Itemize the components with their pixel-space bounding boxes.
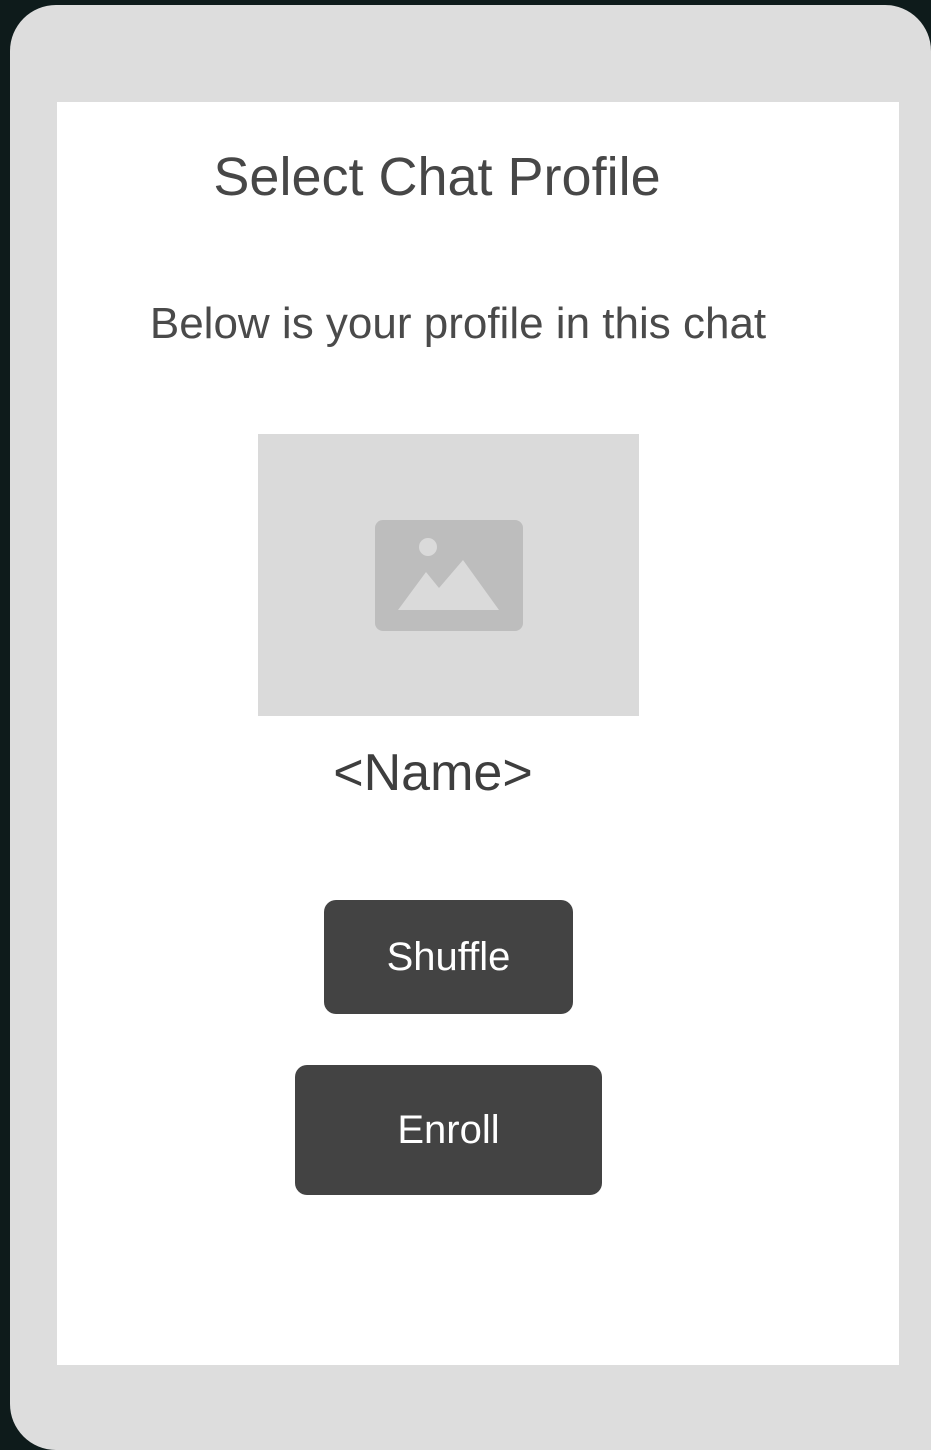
device-frame [10,5,931,1450]
profile-name: <Name> [333,744,533,802]
image-placeholder-icon [375,520,523,631]
page-title: Select Chat Profile [213,147,661,207]
profile-image [258,434,639,716]
enroll-button[interactable]: Enroll [295,1065,602,1195]
shuffle-button[interactable]: Shuffle [324,900,573,1014]
page-subtitle: Below is your profile in this chat [149,299,767,348]
